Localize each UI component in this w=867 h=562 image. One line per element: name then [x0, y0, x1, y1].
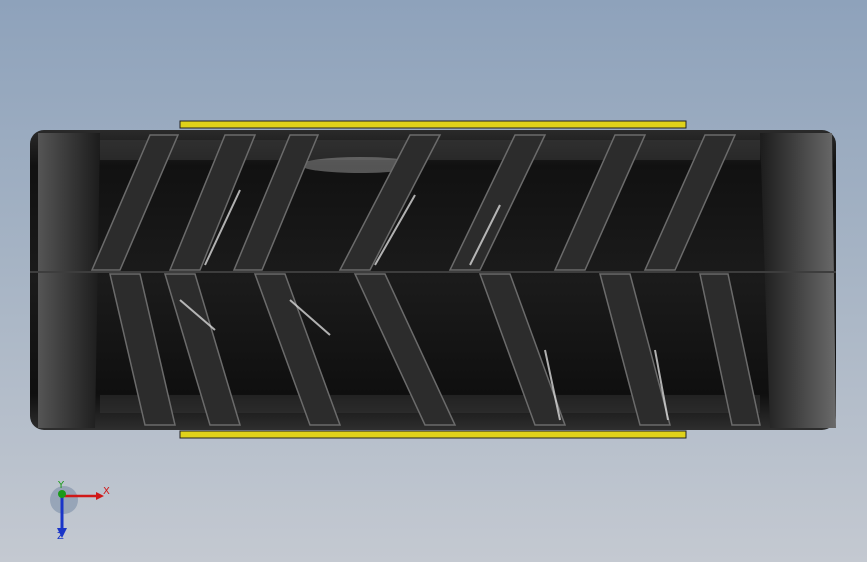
tire-model[interactable]: [0, 0, 867, 562]
graphics-viewport[interactable]: X Y Z: [0, 0, 867, 562]
rim-bottom-strip: [179, 430, 687, 439]
rim-top-strip: [179, 120, 687, 129]
triad-x-label: X: [103, 486, 110, 497]
coordinate-triad: X Y Z: [40, 478, 130, 548]
triad-y-label: Y: [58, 480, 65, 491]
triad-z-label: Z: [57, 531, 64, 542]
right-shoulder: [760, 133, 836, 428]
triad-axes-icon: [50, 486, 104, 538]
left-shoulder: [38, 133, 100, 428]
